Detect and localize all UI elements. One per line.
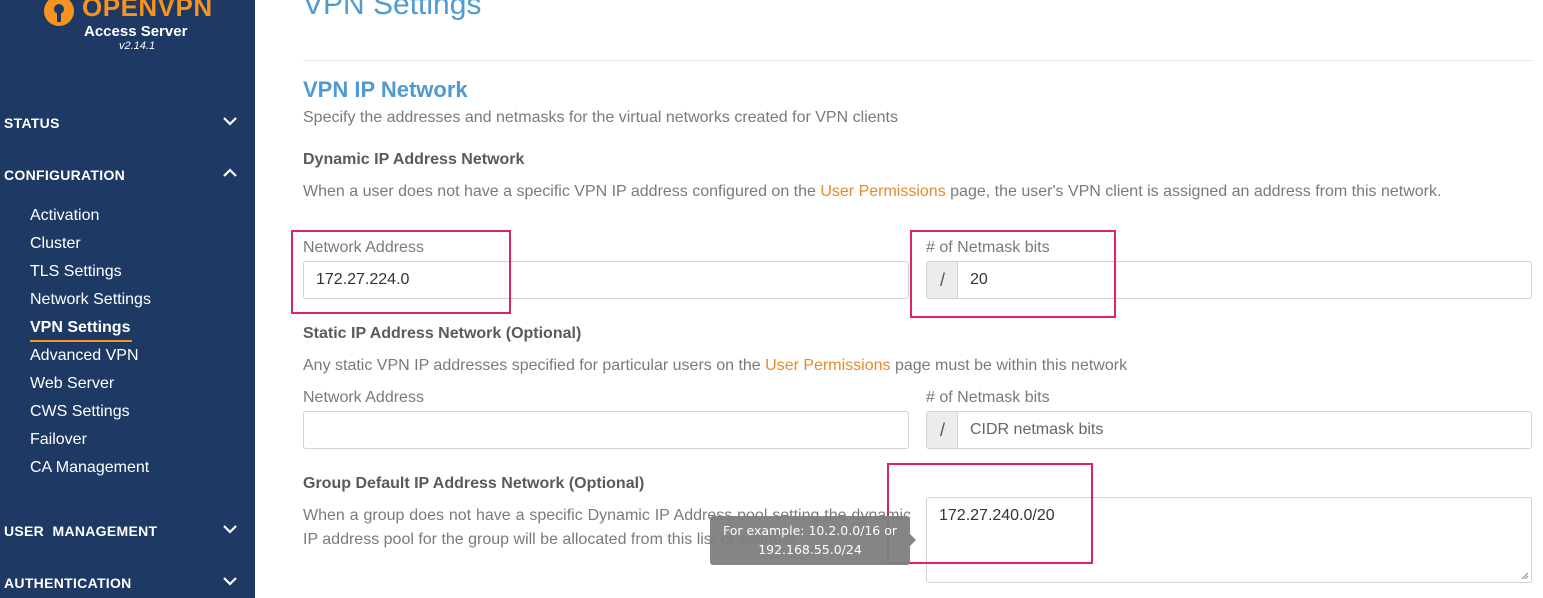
openvpn-logo-icon xyxy=(44,0,74,26)
sidebar-item-ca-management[interactable]: CA Management xyxy=(30,459,149,477)
sidebar-item-tls-settings[interactable]: TLS Settings xyxy=(30,263,122,281)
tooltip-line: 192.168.55.0/24 xyxy=(758,542,862,557)
user-permissions-link[interactable]: User Permissions xyxy=(820,183,945,200)
nav-section-label: AUTHENTICATION xyxy=(4,575,132,591)
logo-title: OPENVPN xyxy=(82,0,213,22)
nav-section-authentication[interactable]: AUTHENTICATION xyxy=(0,569,255,598)
group-network-heading: Group Default IP Address Network (Option… xyxy=(303,475,645,492)
chevron-down-icon xyxy=(223,117,237,126)
highlight-box xyxy=(887,463,1093,564)
static-network-heading: Static IP Address Network (Optional) xyxy=(303,325,582,342)
nav-section-status[interactable]: STATUS xyxy=(0,109,255,139)
logo-subtitle: Access Server xyxy=(84,23,188,40)
sidebar-item-activation[interactable]: Activation xyxy=(30,207,99,225)
static-network-address-input[interactable] xyxy=(303,411,909,449)
highlight-box xyxy=(291,230,511,314)
dynamic-network-description: When a user does not have a specific VPN… xyxy=(303,183,1442,200)
sidebar: OPENVPN Access Server v2.14.1 STATUS CON… xyxy=(0,0,255,598)
chevron-up-icon xyxy=(223,168,237,177)
nav-section-configuration[interactable]: CONFIGURATION xyxy=(0,161,255,191)
sidebar-item-advanced-vpn[interactable]: Advanced VPN xyxy=(30,347,139,365)
nav-section-label: CONFIGURATION xyxy=(4,167,126,183)
resize-handle-icon[interactable] xyxy=(1521,572,1529,580)
sidebar-item-failover[interactable]: Failover xyxy=(30,431,87,449)
nav-section-label: STATUS xyxy=(4,115,60,131)
nav-section-label: USER MANAGEMENT xyxy=(4,523,158,539)
main-content: VPN Settings VPN IP Network Specify the … xyxy=(255,0,1543,598)
user-permissions-link[interactable]: User Permissions xyxy=(765,357,890,374)
version-label: v2.14.1 xyxy=(119,40,156,52)
static-network-address-label: Network Address xyxy=(303,389,424,406)
dynamic-network-heading: Dynamic IP Address Network xyxy=(303,151,525,168)
netmask-slash-addon: / xyxy=(926,411,958,449)
static-network-description: Any static VPN IP addresses specified fo… xyxy=(303,357,1128,374)
sidebar-item-network-settings[interactable]: Network Settings xyxy=(30,291,151,309)
chevron-down-icon xyxy=(223,525,237,534)
highlight-box xyxy=(910,230,1116,318)
example-tooltip: For example: 10.2.0.0/16 or 192.168.55.0… xyxy=(710,516,916,565)
static-netmask-label: # of Netmask bits xyxy=(926,389,1050,406)
openvpn-logo[interactable]: OPENVPN Access Server v2.14.1 xyxy=(44,0,214,62)
section-title: VPN IP Network xyxy=(303,77,468,102)
sidebar-item-web-server[interactable]: Web Server xyxy=(30,375,114,393)
static-netmask-input[interactable]: CIDR netmask bits xyxy=(957,411,1532,449)
sidebar-item-vpn-settings[interactable]: VPN Settings xyxy=(30,319,133,342)
tooltip-line: For example: 10.2.0.0/16 or xyxy=(722,523,898,538)
chevron-down-icon xyxy=(223,577,237,586)
nav-section-user-management[interactable]: USER MANAGEMENT xyxy=(0,517,255,547)
section-description: Specify the addresses and netmasks for t… xyxy=(303,109,898,126)
sidebar-item-cluster[interactable]: Cluster xyxy=(30,235,81,253)
sidebar-item-cws-settings[interactable]: CWS Settings xyxy=(30,403,130,421)
divider xyxy=(303,60,1532,61)
page-title: VPN Settings xyxy=(303,0,482,21)
